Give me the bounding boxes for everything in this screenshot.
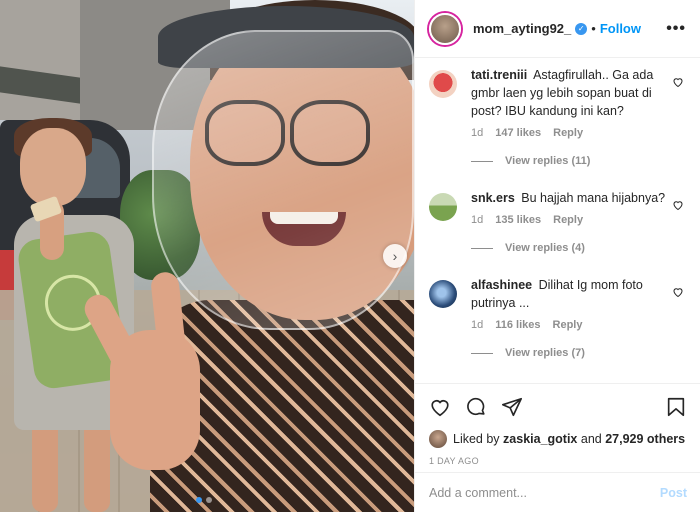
reply-button[interactable]: Reply — [553, 319, 583, 331]
liked-by: Liked by zaskia_gotix and 27,929 others — [429, 430, 687, 448]
replies-line — [471, 247, 493, 249]
post-comment-button[interactable]: Post — [660, 486, 687, 500]
comment-time[interactable]: 1d — [471, 319, 483, 331]
comment-likes[interactable]: 147 likes — [495, 127, 541, 139]
comment-time[interactable]: 1d — [471, 127, 483, 139]
author-avatar[interactable] — [429, 12, 461, 45]
comment-body: tati.treniii Astagfirullah.. Ga ada gmbr… — [471, 66, 683, 181]
view-replies-button[interactable]: View replies (7) — [471, 347, 683, 359]
post-sidebar: mom_ayting92_ ✓ • Follow ••• tati.trenii… — [414, 0, 700, 512]
likes-count[interactable]: 27,929 others — [605, 432, 685, 446]
view-replies-button[interactable]: View replies (11) — [471, 155, 683, 167]
comment-heart-icon[interactable] — [672, 199, 684, 214]
comment-meta: 1d 135 likes Reply — [471, 214, 683, 226]
comment-heart-icon[interactable] — [672, 76, 684, 91]
comment-heart-icon[interactable] — [672, 286, 684, 301]
comment-likes[interactable]: 116 likes — [495, 319, 540, 331]
add-comment-bar: Post — [415, 472, 700, 512]
comment-text: tati.treniii Astagfirullah.. Ga ada gmbr… — [471, 66, 683, 120]
post-actions: Liked by zaskia_gotix and 27,929 others … — [415, 383, 700, 466]
post-header: mom_ayting92_ ✓ • Follow ••• — [415, 0, 700, 58]
comment-body: alfashinee Dilihat Ig mom foto putrinya … — [471, 276, 683, 373]
replies-line — [471, 352, 493, 354]
comment-icon[interactable] — [465, 396, 487, 423]
author-username[interactable]: mom_ayting92_ — [473, 21, 571, 36]
verified-icon: ✓ — [575, 22, 588, 35]
reply-button[interactable]: Reply — [553, 127, 583, 139]
comments-list[interactable]: tati.treniii Astagfirullah.. Ga ada gmbr… — [415, 58, 700, 378]
post-photo[interactable]: › — [0, 0, 414, 512]
view-replies-label: View replies (7) — [505, 347, 585, 359]
commenter-avatar[interactable] — [429, 193, 457, 221]
comment-username[interactable]: snk.ers — [471, 191, 515, 205]
action-icons — [429, 394, 687, 424]
replies-line — [471, 160, 493, 162]
comment: alfashinee Dilihat Ig mom foto putrinya … — [429, 276, 686, 373]
carousel-dot — [206, 497, 212, 503]
heart-icon[interactable] — [429, 396, 451, 423]
view-replies-label: View replies (4) — [505, 242, 585, 254]
comment-username[interactable]: tati.treniii — [471, 68, 527, 82]
bookmark-icon[interactable] — [665, 396, 687, 423]
share-icon[interactable] — [501, 396, 523, 423]
carousel-dots — [196, 497, 212, 503]
chevron-right-icon: › — [392, 248, 398, 264]
post-timestamp[interactable]: 1 DAY AGO — [429, 456, 687, 466]
commenter-avatar[interactable] — [429, 280, 457, 308]
next-photo-button[interactable]: › — [383, 244, 407, 268]
comment-likes[interactable]: 135 likes — [495, 214, 541, 226]
comment-text: snk.ers Bu hajjah mana hijabnya? — [471, 189, 683, 207]
liked-by-prefix: Liked by — [453, 432, 500, 446]
comment-meta: 1d 147 likes Reply — [471, 127, 683, 139]
comment-input[interactable] — [429, 485, 660, 500]
girl-head — [20, 128, 86, 206]
carousel-dot-active — [196, 497, 202, 503]
follow-button[interactable]: Follow — [600, 21, 641, 36]
comment-text: alfashinee Dilihat Ig mom foto putrinya … — [471, 276, 683, 312]
header-separator: • — [591, 21, 596, 36]
more-icon[interactable]: ••• — [666, 20, 686, 38]
comment-time[interactable]: 1d — [471, 214, 483, 226]
liked-by-and: and — [580, 432, 602, 446]
liker-username[interactable]: zaskia_gotix — [503, 432, 577, 446]
comment: snk.ers Bu hajjah mana hijabnya? 1d 135 … — [429, 189, 686, 268]
girl-legs — [22, 420, 122, 512]
view-replies-button[interactable]: View replies (4) — [471, 242, 683, 254]
reply-button[interactable]: Reply — [553, 214, 583, 226]
comment-content: Bu hajjah mana hijabnya? — [521, 191, 666, 205]
comment-body: snk.ers Bu hajjah mana hijabnya? 1d 135 … — [471, 189, 683, 268]
face-shield — [152, 30, 414, 330]
comment-meta: 1d 116 likes Reply — [471, 319, 683, 331]
commenter-avatar[interactable] — [429, 70, 457, 98]
liker-avatar[interactable] — [429, 430, 447, 448]
comment: tati.treniii Astagfirullah.. Ga ada gmbr… — [429, 66, 686, 181]
comment-username[interactable]: alfashinee — [471, 278, 532, 292]
view-replies-label: View replies (11) — [505, 155, 591, 167]
